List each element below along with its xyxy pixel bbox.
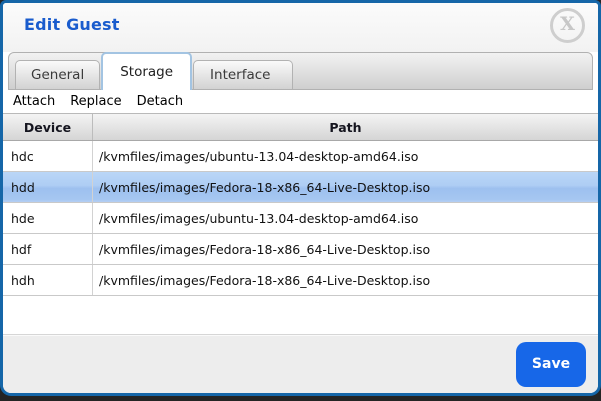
tab-strip: General Storage Interface (8, 52, 593, 90)
close-button[interactable]: X (550, 8, 585, 43)
storage-table: Device Path hdc /kvmfiles/images/ubuntu-… (3, 113, 598, 296)
storage-toolbar: Attach Replace Detach (3, 90, 598, 113)
column-header-path: Path (93, 114, 598, 140)
edit-guest-dialog: Edit Guest X General Storage Interface (0, 0, 601, 396)
tab-storage[interactable]: Storage (101, 52, 192, 90)
close-icon: X (560, 15, 575, 34)
path-cell: /kvmfiles/images/ubuntu-13.04-desktop-am… (93, 203, 598, 233)
save-button[interactable]: Save (516, 342, 586, 387)
dialog-title: Edit Guest (24, 15, 120, 34)
table-body: hdc /kvmfiles/images/ubuntu-13.04-deskto… (3, 141, 598, 296)
device-cell: hdf (3, 234, 93, 264)
device-cell: hdd (3, 172, 93, 202)
table-row[interactable]: hdd /kvmfiles/images/Fedora-18-x86_64-Li… (3, 172, 598, 203)
path-cell: /kvmfiles/images/Fedora-18-x86_64-Live-D… (93, 172, 598, 202)
tab-label: Storage (120, 64, 173, 80)
path-cell: /kvmfiles/images/Fedora-18-x86_64-Live-D… (93, 234, 598, 264)
dialog-footer: Save (3, 334, 598, 393)
table-row[interactable]: hdh /kvmfiles/images/Fedora-18-x86_64-Li… (3, 265, 598, 296)
table-row[interactable]: hdf /kvmfiles/images/Fedora-18-x86_64-Li… (3, 234, 598, 265)
device-cell: hdc (3, 141, 93, 171)
device-cell: hde (3, 203, 93, 233)
dialog-header: Edit Guest X (3, 3, 598, 52)
table-row[interactable]: hdc /kvmfiles/images/ubuntu-13.04-deskto… (3, 141, 598, 172)
table-header-row: Device Path (3, 113, 598, 141)
path-cell: /kvmfiles/images/Fedora-18-x86_64-Live-D… (93, 265, 598, 295)
table-row[interactable]: hde /kvmfiles/images/ubuntu-13.04-deskto… (3, 203, 598, 234)
column-header-device: Device (3, 114, 93, 140)
device-cell: hdh (3, 265, 93, 295)
tab-label: Interface (210, 67, 270, 83)
tab-label: General (31, 67, 84, 83)
path-cell: /kvmfiles/images/ubuntu-13.04-desktop-am… (93, 141, 598, 171)
tab-interface[interactable]: Interface (193, 60, 293, 89)
toolbar-action-attach[interactable]: Attach (13, 94, 55, 109)
screen-background: Edit Guest X General Storage Interface (0, 0, 601, 401)
toolbar-action-detach[interactable]: Detach (137, 94, 183, 109)
content-spacer (3, 296, 598, 334)
tab-general[interactable]: General (15, 60, 100, 89)
toolbar-action-replace[interactable]: Replace (70, 94, 121, 109)
